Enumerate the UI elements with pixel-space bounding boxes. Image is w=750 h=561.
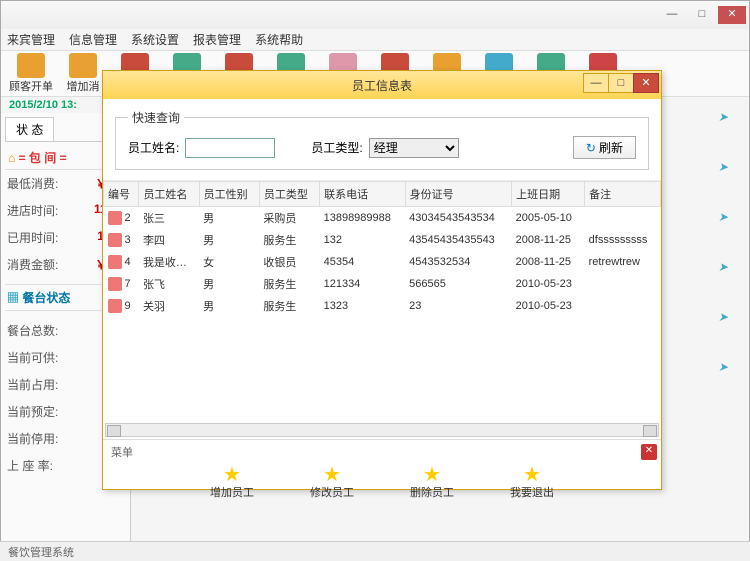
dialog-title-bar[interactable]: 员工信息表 — □ ✕ xyxy=(103,71,661,99)
row-icon xyxy=(108,299,122,313)
table-row[interactable]: 3李四男服务生132435454354355432008-11-25dfssss… xyxy=(104,229,661,251)
column-header[interactable]: 员工类型 xyxy=(259,182,319,207)
refresh-icon: ↻ xyxy=(586,141,596,155)
toolbar-icon xyxy=(17,53,45,78)
star-icon: ★ xyxy=(502,466,562,484)
menu-item[interactable]: 信息管理 xyxy=(69,31,117,48)
star-icon: ★ xyxy=(402,466,462,484)
column-header[interactable]: 上班日期 xyxy=(512,182,585,207)
column-header[interactable]: 编号 xyxy=(104,182,139,207)
action-button[interactable]: ★我要退出 xyxy=(502,466,562,500)
menu-label: 菜单 xyxy=(111,444,653,460)
toolbar-button[interactable]: 增加消 xyxy=(59,53,107,94)
table-row[interactable]: 9关羽男服务生1323232010-05-23 xyxy=(104,295,661,317)
name-input[interactable] xyxy=(185,138,275,158)
status-bar: 餐饮管理系统 xyxy=(0,541,750,561)
title-bar: — □ ✕ xyxy=(1,1,749,29)
row-icon xyxy=(108,255,122,269)
dialog-maximize-button[interactable]: □ xyxy=(608,73,634,93)
menu-item[interactable]: 系统帮助 xyxy=(255,31,303,48)
minimize-button[interactable]: — xyxy=(658,6,686,24)
employee-dialog: 员工信息表 — □ ✕ 快速查询 员工姓名: 员工类型: 经理 ↻刷新 编号员工… xyxy=(102,70,662,490)
horizontal-scrollbar[interactable] xyxy=(105,423,659,437)
dialog-minimize-button[interactable]: — xyxy=(583,73,609,93)
menu-item[interactable]: 系统设置 xyxy=(131,31,179,48)
menu-item[interactable]: 报表管理 xyxy=(193,31,241,48)
close-button[interactable]: ✕ xyxy=(718,6,746,24)
column-header[interactable]: 员工性别 xyxy=(199,182,259,207)
table-row[interactable]: 2张三男采购员13898989988430345435435342005-05-… xyxy=(104,207,661,230)
column-header[interactable]: 员工姓名 xyxy=(139,182,199,207)
type-label: 员工类型: xyxy=(311,139,362,156)
right-decor xyxy=(718,110,742,410)
tab-status[interactable]: 状 态 xyxy=(5,117,54,141)
dialog-title: 员工信息表 xyxy=(352,77,412,94)
star-icon: ★ xyxy=(302,466,362,484)
row-icon xyxy=(108,277,122,291)
menu-close-button[interactable]: ✕ xyxy=(641,444,657,460)
action-button[interactable]: ★增加员工 xyxy=(202,466,262,500)
search-panel: 快速查询 员工姓名: 员工类型: 经理 ↻刷新 xyxy=(103,99,661,181)
table-row[interactable]: 4我是收…女收银员4535445435325342008-11-25retrew… xyxy=(104,251,661,273)
toolbar-icon xyxy=(69,53,97,78)
column-header[interactable]: 备注 xyxy=(585,182,661,207)
type-select[interactable]: 经理 xyxy=(369,138,459,158)
menu-item[interactable]: 来宾管理 xyxy=(7,31,55,48)
toolbar-button[interactable]: 顾客开单 xyxy=(7,53,55,94)
maximize-button[interactable]: □ xyxy=(688,6,716,24)
action-menu: 菜单 ✕ ★增加员工 ★修改员工 ★删除员工 ★我要退出 xyxy=(103,439,661,508)
action-button[interactable]: ★删除员工 xyxy=(402,466,462,500)
name-label: 员工姓名: xyxy=(128,139,179,156)
action-button[interactable]: ★修改员工 xyxy=(302,466,362,500)
menu-bar: 来宾管理信息管理系统设置报表管理系统帮助 xyxy=(1,29,749,51)
column-header[interactable]: 身份证号 xyxy=(405,182,511,207)
column-header[interactable]: 联系电话 xyxy=(320,182,406,207)
dialog-close-button[interactable]: ✕ xyxy=(633,73,659,93)
row-icon xyxy=(108,211,122,225)
refresh-button[interactable]: ↻刷新 xyxy=(573,136,636,159)
search-legend: 快速查询 xyxy=(128,109,184,126)
row-icon xyxy=(108,233,122,247)
star-icon: ★ xyxy=(202,466,262,484)
employee-grid[interactable]: 编号员工姓名员工性别员工类型联系电话身份证号上班日期备注 2张三男采购员1389… xyxy=(103,181,661,421)
table-row[interactable]: 7张飞男服务生1213345665652010-05-23 xyxy=(104,273,661,295)
